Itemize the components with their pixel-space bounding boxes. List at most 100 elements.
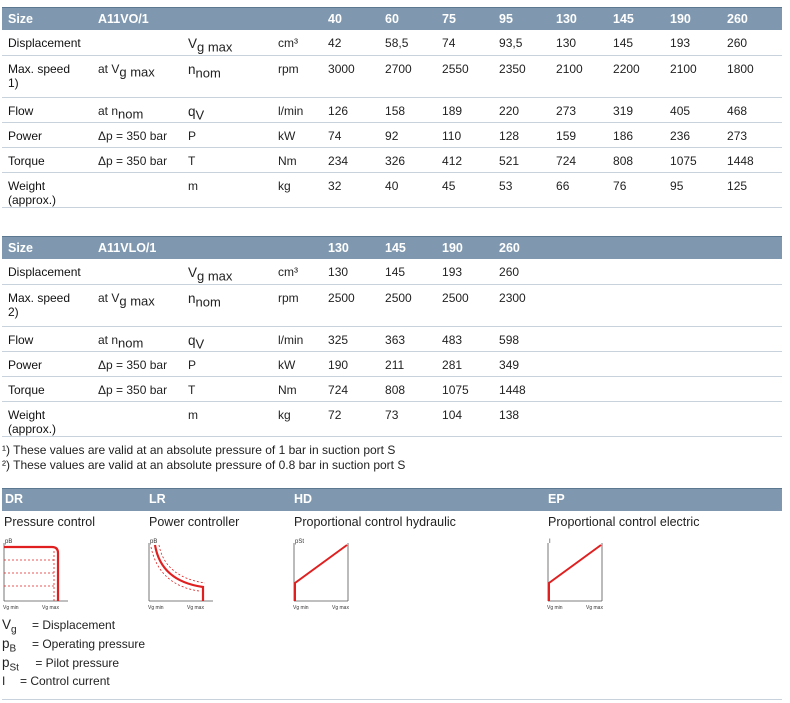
row-footnote-ref: 1) (8, 75, 19, 90)
table-header-row: Size A11VO/1 40 60 75 95 130 145 190 260 (2, 7, 783, 30)
symbol-text: m (188, 178, 198, 193)
condition-subscript: nom (118, 105, 144, 121)
row-label-text: Displacement (8, 265, 81, 279)
row-condition (92, 172, 182, 208)
value-cell: 724 (550, 147, 608, 173)
size-header: Size (2, 236, 92, 259)
table-row: Flow at nnom qV l/min 325 363 483 598 (2, 326, 783, 352)
control-name-dr: Pressure control (4, 515, 96, 529)
value-cell: 126 (322, 97, 380, 123)
value-cell: 260 (721, 30, 783, 56)
row-label-text: Max. speed (8, 290, 71, 305)
row-filler (550, 401, 783, 437)
row-symbol: qV (182, 97, 272, 123)
value-cell: 808 (379, 376, 437, 402)
control-code-ep: EP (548, 492, 565, 506)
axis-label-vgmax: Vg max (586, 605, 603, 611)
row-symbol: qV (182, 326, 272, 352)
legend-control-current: I = Control current (2, 674, 110, 688)
symbol-text: q (188, 103, 196, 119)
value-cell: 128 (493, 122, 551, 148)
value-cell: 521 (493, 147, 551, 173)
symbol-text: m (188, 407, 198, 422)
controls-header: DR LR HD EP (2, 488, 782, 511)
table-row: Displacement Vg max cm³ 42 58,5 74 93,5 130 145 1… (2, 30, 783, 56)
symbol-text: T (188, 382, 196, 397)
size-header: Size (2, 7, 92, 30)
legend-text: = Operating pressure (32, 637, 146, 651)
value-cell: 724 (322, 376, 380, 402)
condition-subscript: g max (119, 63, 155, 79)
table-row: Weight (approx.) m kg 72 73 104 138 (2, 401, 783, 437)
value-cell: 349 (493, 351, 551, 377)
value-cell: 326 (379, 147, 437, 173)
table-row: Power Δp = 350 bar PkW 74 92 110 128 159 186 236 2… (2, 122, 783, 148)
row-unit: rpm (272, 284, 323, 327)
symbol-subscript: V (195, 106, 205, 122)
value-cell: 412 (436, 147, 494, 173)
condition-subscript: g max (119, 292, 155, 308)
value-cell: 1448 (721, 147, 783, 173)
value-cell: 325 (322, 326, 380, 352)
proportional-hydraulic-diagram: pSt Vg min Vg max (293, 539, 349, 611)
value-cell: 1800 (721, 55, 783, 98)
row-condition: at nnom (92, 97, 182, 123)
row-unit: l/min (272, 97, 323, 123)
value-cell: 74 (436, 30, 494, 56)
value-cell: 273 (721, 122, 783, 148)
row-label: Displacement (2, 259, 92, 285)
symbol-subscript: V (195, 335, 205, 351)
spec-table-a11vlo: Size A11VLO/1 130 145 190 260 Displacement Vg … (2, 236, 783, 437)
row-condition: Δp = 350 bar (92, 376, 182, 402)
value-cell: 2200 (607, 55, 665, 98)
legend-text: = Displacement (32, 618, 116, 632)
condition-text: at V (98, 290, 120, 305)
value-cell: 1448 (493, 376, 551, 402)
legend-symbol: p (2, 636, 10, 651)
value-cell: 45 (436, 172, 494, 208)
control-code-dr: DR (5, 492, 24, 506)
value-cell: 58,5 (379, 30, 437, 56)
table-row: Max. speed 2) at Vg max nnom rpm 2500 2500 2500… (2, 284, 783, 327)
value-cell: 92 (379, 122, 437, 148)
value-cell: 468 (721, 97, 783, 123)
symbol-text: n (188, 61, 196, 77)
symbol-text: T (188, 153, 196, 168)
row-unit: rpm (272, 55, 323, 98)
value-cell: 145 (379, 259, 437, 285)
axis-label-vgmin: Vg min (148, 605, 164, 611)
size-column-header: 60 (379, 7, 437, 30)
row-symbol: T (182, 147, 272, 173)
value-cell: 1075 (436, 376, 494, 402)
row-filler (550, 259, 783, 285)
row-condition: at Vg max (92, 284, 182, 327)
value-cell: 73 (379, 401, 437, 437)
row-symbol: nnom (182, 284, 272, 327)
value-cell: 211 (379, 351, 437, 377)
value-cell: 95 (664, 172, 722, 208)
row-symbol: T (182, 376, 272, 402)
header-filler (550, 236, 783, 259)
row-symbol: m (182, 401, 272, 437)
row-condition (92, 401, 182, 437)
row-unit: Nm (272, 147, 323, 173)
value-cell: 260 (493, 259, 551, 285)
row-label-text: Torque (8, 153, 45, 168)
value-cell: 2300 (493, 284, 551, 327)
condition-text: at n (98, 332, 119, 347)
value-cell: 319 (607, 97, 665, 123)
value-cell: 2500 (379, 284, 437, 327)
value-cell: 138 (493, 401, 551, 437)
control-code-lr: LR (149, 492, 166, 506)
symbol-text: P (188, 357, 197, 372)
row-label-text: Flow (8, 332, 34, 347)
control-name-ep: Proportional control electric (548, 515, 700, 529)
row-symbol: nnom (182, 55, 272, 98)
legend-operating-pressure: pB = Operating pressure (2, 636, 145, 654)
row-label: Power (2, 351, 92, 377)
axis-label-vgmin: Vg min (547, 605, 563, 611)
row-condition: Δp = 350 bar (92, 351, 182, 377)
table-row: Displacement Vg max cm³ 130 145 193 260 (2, 259, 783, 285)
bottom-divider (2, 699, 782, 700)
row-label: Displacement (2, 30, 92, 56)
